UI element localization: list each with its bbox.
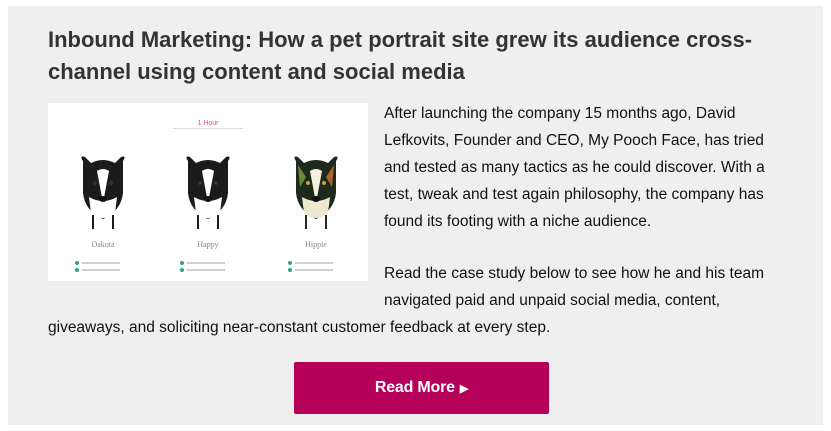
article-body: 1 Hour Dakota Happy Hippie After launchi…: [48, 100, 785, 341]
thumbnail-divider: [173, 128, 243, 129]
dog-portrait-icon: [294, 156, 338, 229]
article-thumbnail[interactable]: 1 Hour Dakota Happy Hippie: [48, 103, 368, 281]
pet-portrait-2: Happy: [168, 153, 248, 272]
pet-name: Hippie: [305, 240, 327, 249]
read-more-label: Read More: [374, 379, 455, 396]
pet-portrait-1: Dakota: [63, 153, 143, 272]
pet-feature: [75, 261, 143, 265]
pet-name: Happy: [197, 240, 219, 249]
article-title: Inbound Marketing: How a pet portrait si…: [48, 27, 753, 84]
thumbnail-tag: 1 Hour: [197, 120, 219, 127]
dog-portrait-icon: [81, 156, 125, 229]
play-triangle-icon: ▶: [459, 382, 469, 395]
pet-name: Dakota: [91, 240, 115, 249]
read-more-button[interactable]: Read More ▶: [294, 362, 549, 414]
pet-feature: [288, 268, 356, 272]
pet-feature: [75, 268, 143, 272]
pet-feature: [288, 261, 356, 265]
article-card: Inbound Marketing: How a pet portrait si…: [8, 6, 823, 425]
dog-portrait-icon: [186, 156, 230, 229]
pet-portrait-3: Hippie: [276, 153, 356, 272]
pet-feature: [180, 261, 248, 265]
pet-feature: [180, 268, 248, 272]
